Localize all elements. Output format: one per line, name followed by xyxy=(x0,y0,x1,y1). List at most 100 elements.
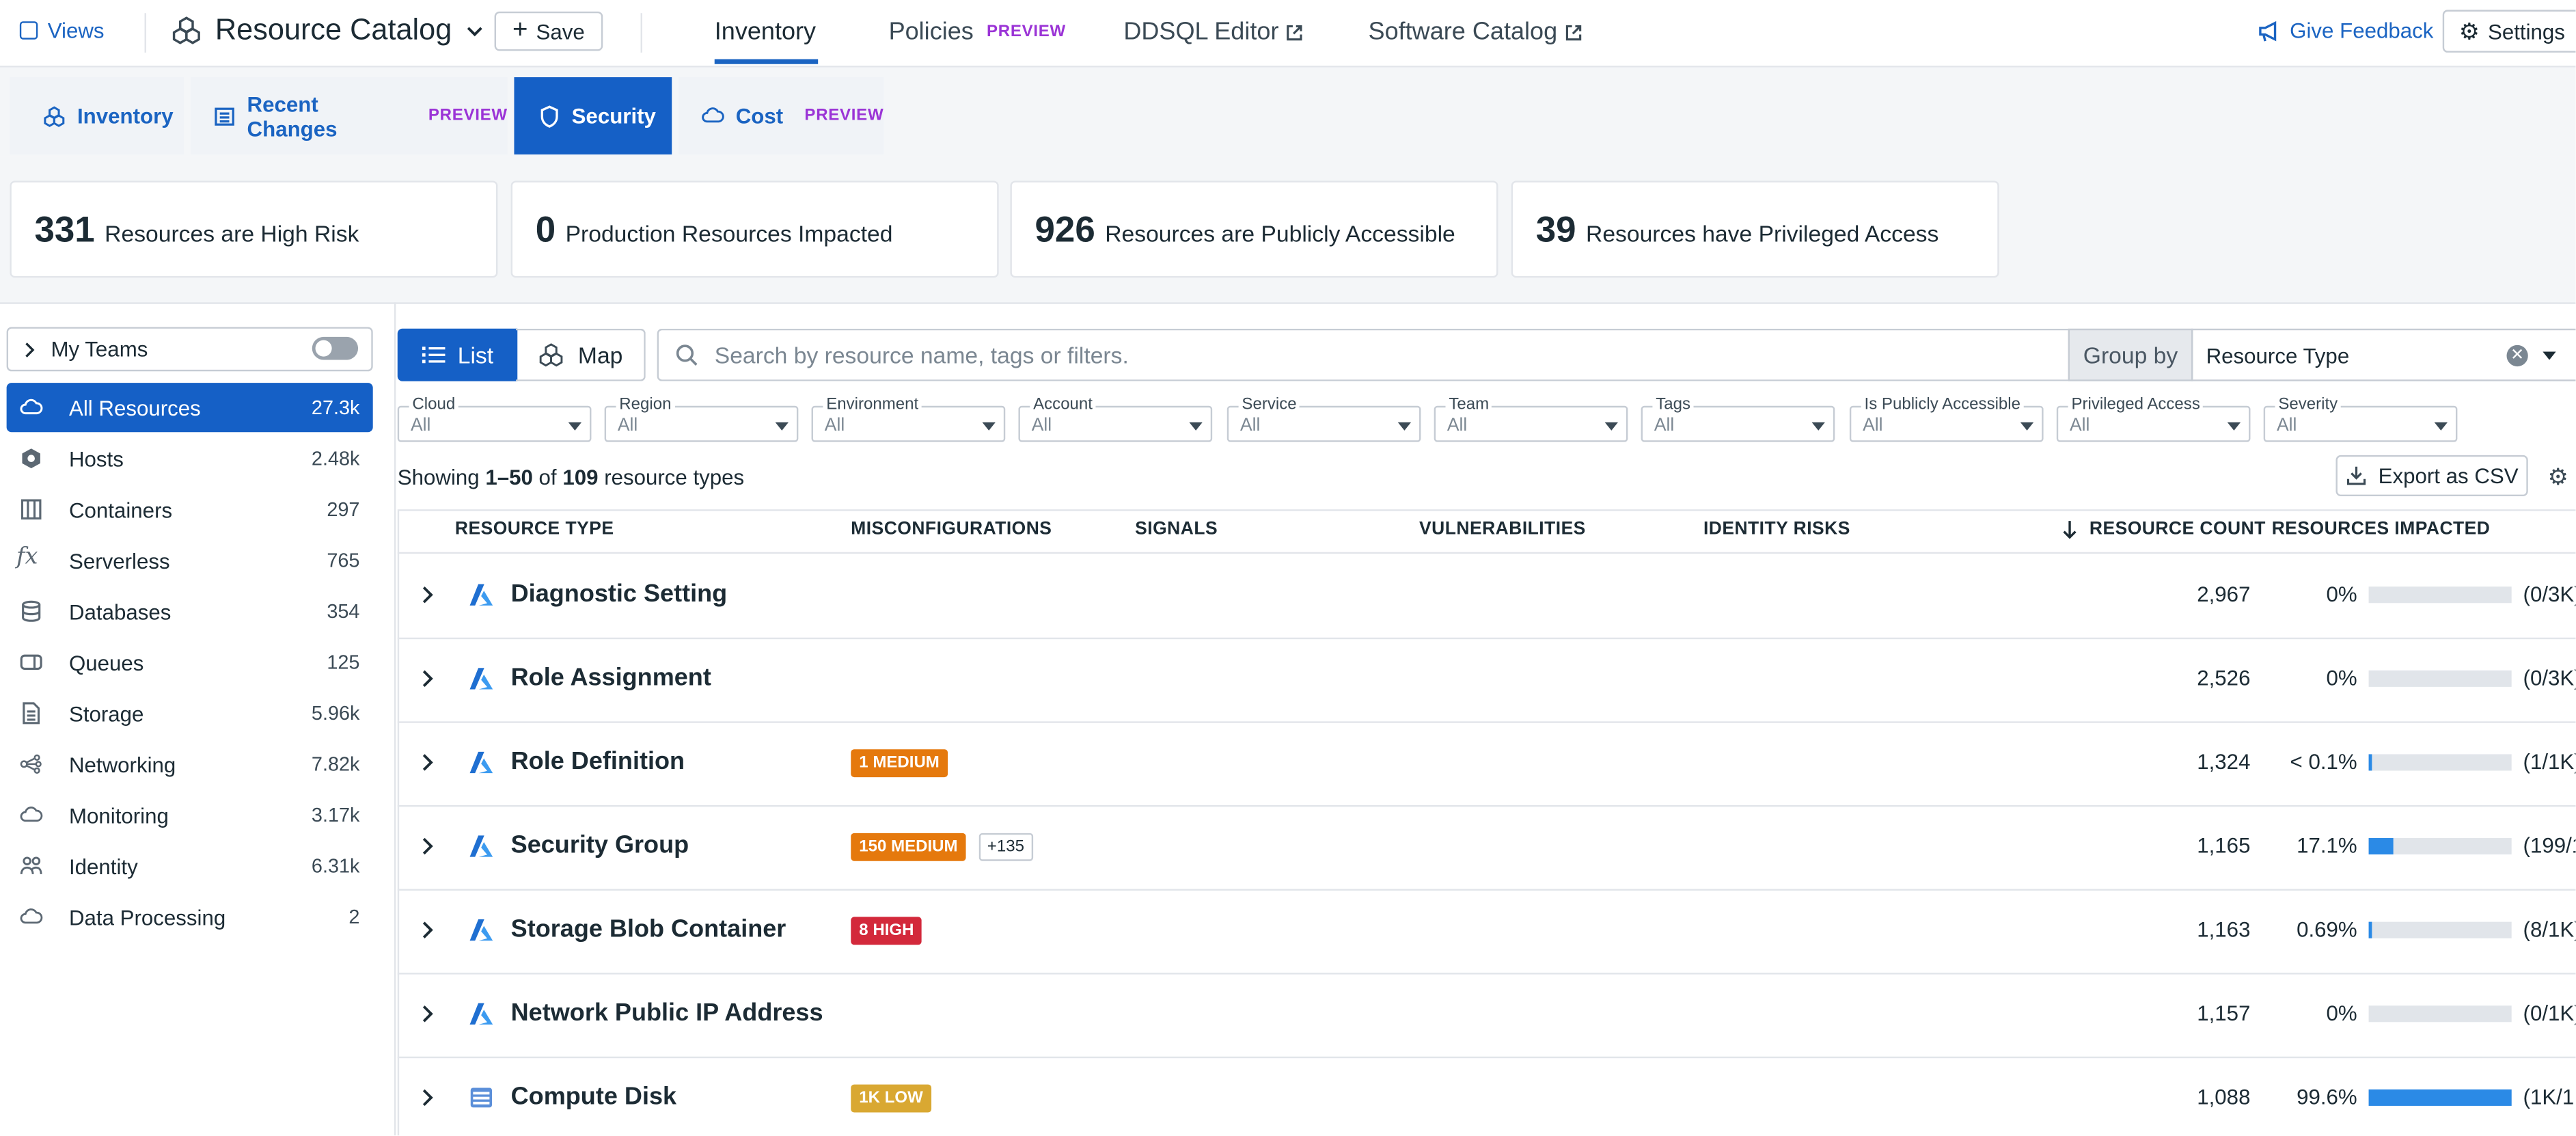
filter-label: Is Publicly Accessible xyxy=(1861,396,2024,414)
expand-chevron-icon[interactable] xyxy=(419,1004,435,1024)
expand-chevron-icon[interactable] xyxy=(419,837,435,856)
misconfiguration-badge[interactable]: 150 MEDIUM xyxy=(851,833,966,861)
misconfiguration-badge[interactable]: 1K LOW xyxy=(851,1084,931,1113)
expand-chevron-icon[interactable] xyxy=(419,1087,435,1107)
filter-service[interactable]: Service All xyxy=(1227,396,1421,442)
resource-type-name[interactable]: Network Public IP Address xyxy=(511,999,823,1027)
expand-chevron-icon[interactable] xyxy=(419,668,435,688)
sidebar-item-hosts[interactable]: Hosts 2.48k xyxy=(7,434,373,483)
filter-account[interactable]: Account All xyxy=(1018,396,1213,442)
resource-type-name[interactable]: Diagnostic Setting xyxy=(511,580,728,608)
filter-is-publicly-accessible[interactable]: Is Publicly Accessible All xyxy=(1849,396,2044,442)
filter-privileged-access[interactable]: Privileged Access All xyxy=(2056,396,2251,442)
stat-card-privileged-access[interactable]: 39 Resources have Privileged Access xyxy=(1511,180,1999,278)
sidebar-item-serverless[interactable]: fx Serverless 765 xyxy=(7,536,373,585)
tab-software-catalog[interactable]: Software Catalog xyxy=(1369,18,1584,46)
expand-chevron-icon[interactable] xyxy=(419,753,435,772)
app-root: Views Resource Catalog + Save Inventory … xyxy=(0,0,2576,1136)
filter-tags[interactable]: Tags All xyxy=(1641,396,1835,442)
filter-value: All xyxy=(1654,416,1675,436)
filter-label: Service xyxy=(1238,396,1300,414)
resource-type-name[interactable]: Role Definition xyxy=(511,748,685,776)
column-header-vulnerabilities[interactable]: VULNERABILITIES xyxy=(1419,519,1586,539)
column-header-resource-type[interactable]: RESOURCE TYPE xyxy=(455,519,614,539)
dropdown-arrow-icon xyxy=(568,422,582,431)
my-teams-toggle-row[interactable]: My Teams xyxy=(6,327,373,372)
filter-cloud[interactable]: Cloud All xyxy=(397,396,592,442)
filter-label: Privileged Access xyxy=(2068,396,2204,414)
impacted-percent: 99.6% xyxy=(2297,1084,2357,1109)
preview-badge: PREVIEW xyxy=(987,23,1066,42)
give-feedback-link[interactable]: Give Feedback xyxy=(2257,18,2434,43)
list-view-button[interactable]: List xyxy=(397,328,518,381)
chevron-down-icon[interactable] xyxy=(2543,351,2556,360)
column-header-signals[interactable]: SIGNALS xyxy=(1135,519,1218,539)
sidebar-item-storage[interactable]: Storage 5.96k xyxy=(7,688,373,738)
tab-label: DDSQL Editor xyxy=(1123,18,1279,46)
stat-card-publicly-accessible[interactable]: 926 Resources are Publicly Accessible xyxy=(1010,180,1498,278)
stat-value: 39 xyxy=(1535,208,1576,249)
sidebar-item-monitoring[interactable]: Monitoring 3.17k xyxy=(7,790,373,839)
resource-type-name[interactable]: Compute Disk xyxy=(511,1083,676,1111)
summary-suffix: resource types xyxy=(598,465,745,490)
views-button[interactable]: Views xyxy=(19,18,105,43)
group-by-select[interactable]: Resource Type ✕ xyxy=(2191,328,2576,381)
resource-count: 1,163 xyxy=(2197,917,2251,942)
settings-button[interactable]: ⚙ Settings xyxy=(2442,10,2576,53)
sort-descending-icon[interactable] xyxy=(2061,519,2078,539)
column-header-identity-risks[interactable]: IDENTITY RISKS xyxy=(1703,519,1850,539)
subtab-recent-changes[interactable]: Recent Changes PREVIEW xyxy=(190,77,508,154)
feedback-label: Give Feedback xyxy=(2290,18,2434,43)
export-csv-button[interactable]: Export as CSV xyxy=(2335,455,2528,497)
subtab-security[interactable]: Security xyxy=(514,77,672,154)
map-view-button[interactable]: Map xyxy=(515,328,646,381)
filter-environment[interactable]: Environment All xyxy=(811,396,1006,442)
resource-type-name[interactable]: Storage Blob Container xyxy=(511,915,786,943)
sidebar-item-identity[interactable]: Identity 6.31k xyxy=(7,841,373,891)
containers-icon xyxy=(20,499,42,520)
impacted-percent: 0% xyxy=(2326,1001,2357,1026)
tab-ddsql-editor[interactable]: DDSQL Editor xyxy=(1123,18,1305,46)
column-header-misconfigurations[interactable]: MISCONFIGURATIONS xyxy=(851,519,1052,539)
sidebar-item-containers[interactable]: Containers 297 xyxy=(7,485,373,534)
sidebar-item-queues[interactable]: Queues 125 xyxy=(7,638,373,687)
column-header-resource-count[interactable]: RESOURCE COUNT xyxy=(2089,519,2266,539)
save-button[interactable]: + Save xyxy=(494,11,603,51)
page-title-dropdown[interactable]: Resource Catalog xyxy=(171,13,484,47)
subtab-cost[interactable]: Cost PREVIEW xyxy=(678,77,884,154)
filter-region[interactable]: Region All xyxy=(604,396,799,442)
clear-icon[interactable]: ✕ xyxy=(2506,344,2528,367)
cubes-icon xyxy=(44,105,65,126)
sidebar-item-all-resources[interactable]: All Resources 27.3k xyxy=(6,383,373,433)
stat-card-production-impacted[interactable]: 0 Production Resources Impacted xyxy=(510,180,999,278)
tab-policies[interactable]: Policies PREVIEW xyxy=(889,18,1066,46)
tab-label: Policies xyxy=(888,18,974,46)
sidebar-item-count: 125 xyxy=(327,650,360,674)
filter-team[interactable]: Team All xyxy=(1434,396,1628,442)
sidebar-item-databases[interactable]: Databases 354 xyxy=(7,586,373,636)
dropdown-arrow-icon xyxy=(1397,422,1412,431)
more-misconfigurations-badge[interactable]: +135 xyxy=(978,833,1032,861)
search-box[interactable] xyxy=(657,328,2070,381)
search-input[interactable] xyxy=(711,340,2032,370)
table-settings-icon[interactable]: ⚙ xyxy=(2548,463,2568,491)
misconfiguration-badge[interactable]: 8 HIGH xyxy=(851,917,922,945)
resource-type-name[interactable]: Role Assignment xyxy=(511,664,711,692)
my-teams-switch[interactable] xyxy=(312,336,359,360)
expand-chevron-icon[interactable] xyxy=(419,920,435,940)
resource-count: 2,526 xyxy=(2197,665,2251,690)
column-header-resources-impacted[interactable]: RESOURCES IMPACTED xyxy=(2272,519,2491,539)
filter-severity[interactable]: Severity All xyxy=(2263,396,2458,442)
sidebar-item-data-processing[interactable]: Data Processing 2 xyxy=(7,892,373,941)
impacted-progress-fill xyxy=(2368,838,2394,855)
impacted-fraction: (0/3K) xyxy=(2523,665,2576,690)
summary-range: 1–50 xyxy=(485,465,533,490)
expand-chevron-icon[interactable] xyxy=(419,585,435,605)
subtab-inventory[interactable]: Inventory xyxy=(10,77,184,154)
sidebar-item-networking[interactable]: Networking 7.82k xyxy=(7,740,373,789)
stat-card-high-risk[interactable]: 331 Resources are High Risk xyxy=(10,180,498,278)
misconfiguration-badge[interactable]: 1 MEDIUM xyxy=(851,749,948,778)
filter-value: All xyxy=(1863,416,1883,436)
resource-type-name[interactable]: Security Group xyxy=(511,831,689,859)
tab-inventory[interactable]: Inventory xyxy=(715,18,816,46)
